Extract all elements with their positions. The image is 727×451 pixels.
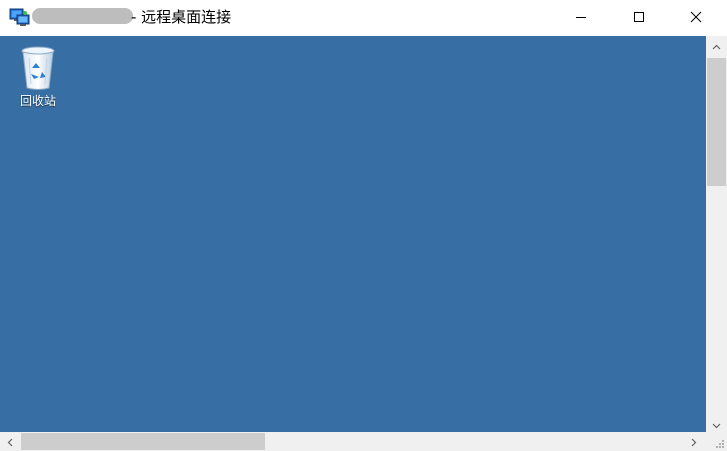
resize-grip-icon	[706, 436, 727, 451]
window-title: - 远程桌面连接	[131, 8, 232, 26]
scroll-down-button[interactable]	[706, 415, 727, 432]
chevron-right-icon	[691, 432, 697, 451]
remote-desktop-window: - 远程桌面连接 回收站	[0, 0, 727, 451]
horizontal-scroll-thumb[interactable]	[21, 433, 265, 450]
remote-desktop-area[interactable]: 回收站	[0, 36, 706, 432]
desktop-icon-recycle-bin[interactable]: 回收站	[8, 44, 68, 108]
horizontal-scrollbar[interactable]	[0, 432, 706, 451]
title-bar[interactable]: - 远程桌面连接	[0, 0, 727, 36]
vertical-scroll-thumb[interactable]	[707, 58, 726, 186]
maximize-icon	[633, 8, 645, 27]
vertical-scrollbar[interactable]	[706, 36, 727, 432]
remote-desktop-icon[interactable]	[9, 8, 31, 28]
close-icon	[690, 8, 702, 27]
minimize-icon	[575, 8, 587, 27]
close-button[interactable]	[673, 0, 719, 34]
scroll-left-button[interactable]	[1, 432, 18, 451]
maximize-button[interactable]	[616, 0, 662, 34]
scroll-up-button[interactable]	[706, 36, 727, 53]
resize-grip[interactable]	[706, 432, 727, 451]
chevron-left-icon	[7, 432, 13, 451]
recycle-bin-icon	[18, 44, 58, 92]
chevron-down-icon	[712, 414, 721, 433]
recycle-bin-label: 回收站	[19, 94, 56, 108]
minimize-button[interactable]	[558, 0, 604, 34]
hostname-redacted	[32, 8, 133, 24]
scroll-right-button[interactable]	[685, 432, 702, 451]
chevron-up-icon	[712, 35, 721, 54]
